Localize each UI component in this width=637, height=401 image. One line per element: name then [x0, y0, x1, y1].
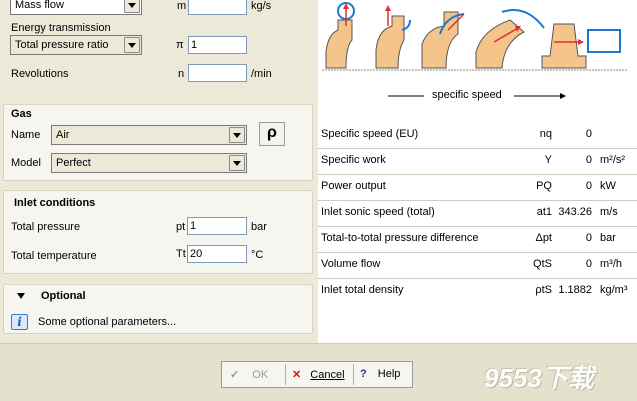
info-icon: i [11, 314, 28, 330]
result-unit: m²/s² [600, 154, 626, 166]
flow-unit: kg/s [251, 0, 272, 12]
rho-label: ρ [267, 124, 277, 141]
help-button[interactable]: ? Help [360, 364, 408, 385]
pressure-ratio-input[interactable]: 1 [188, 36, 247, 54]
energy-mode-value: Total pressure ratio [15, 39, 109, 51]
result-name: Total-to-total pressure difference [321, 232, 479, 244]
total-pressure-input[interactable]: 1 [187, 217, 247, 235]
button-bar: ✓ OK ✕ Cancel ? Help [221, 361, 413, 388]
optional-title: Optional [41, 290, 86, 302]
mixed-flow-impeller [475, 9, 545, 69]
pressure-unit: bar [251, 221, 267, 233]
revolutions-symbol: n [178, 68, 185, 80]
temperature-symbol: Tt [176, 248, 186, 260]
close-icon: ✕ [292, 369, 302, 381]
result-value: 0 [585, 258, 592, 270]
energy-mode-select[interactable]: Total pressure ratio [10, 35, 142, 55]
result-name: Specific speed (EU) [321, 128, 419, 140]
temperature-unit: °C [251, 249, 264, 261]
temperature-label: Total temperature [11, 250, 97, 262]
result-value: 0 [585, 128, 592, 140]
result-value: 0 [585, 232, 592, 244]
result-unit: bar [600, 232, 616, 244]
result-name: Inlet total density [321, 284, 404, 296]
radial-impeller [375, 5, 411, 69]
total-temperature-input[interactable]: 20 [187, 245, 247, 263]
axis-arrow-icon [560, 93, 566, 99]
watermark: 9553下载 [484, 363, 594, 393]
gas-model-select[interactable]: Perfect [51, 153, 247, 173]
flow-mode-value: Mass flow [15, 0, 64, 11]
axial-impeller [541, 23, 621, 69]
flow-mode-select[interactable]: Mass flow [10, 0, 142, 15]
result-unit: kg/m³ [600, 284, 628, 296]
cancel-label: Cancel [310, 369, 345, 381]
result-unit: m³/h [600, 258, 622, 270]
cancel-button[interactable]: ✕ Cancel [292, 364, 352, 385]
result-value: 1.1882 [558, 284, 592, 296]
revolutions-input[interactable] [188, 64, 247, 82]
table-row: Inlet sonic speed (total) at1 343.26 m/s [318, 200, 637, 226]
help-label: Help [377, 368, 401, 380]
radial-impeller-narrow [325, 2, 355, 69]
gas-name-value: Air [56, 129, 70, 141]
help-icon: ? [360, 368, 367, 380]
result-value: 0 [585, 180, 592, 192]
dialog-button-area: ✓ OK ✕ Cancel ? Help 9553下载 [0, 343, 637, 401]
table-row: Specific work Y 0 m²/s² [318, 148, 637, 174]
result-value: 343.26 [558, 206, 592, 218]
table-row: Total-to-total pressure difference Δpt 0… [318, 226, 637, 252]
gas-name-select[interactable]: Air [51, 125, 247, 145]
gas-title: Gas [11, 108, 32, 120]
pressure-symbol: pt [176, 221, 186, 233]
energy-symbol: π [176, 39, 184, 51]
gas-name-label: Name [11, 129, 41, 141]
result-name: Power output [321, 180, 386, 192]
table-row: Specific speed (EU) nq 0 [318, 122, 637, 148]
table-row: Inlet total density ρtS 1.1882 kg/m³ [318, 278, 637, 304]
chevron-down-icon[interactable] [229, 127, 245, 143]
optional-header[interactable]: Optional [14, 290, 134, 304]
pressure-label: Total pressure [11, 221, 81, 233]
chevron-down-icon[interactable] [229, 155, 245, 171]
result-unit: kW [600, 180, 616, 192]
ok-button[interactable]: ✓ OK [230, 364, 280, 385]
result-name: Volume flow [321, 258, 381, 270]
mixed-flow-impeller-narrow [421, 11, 465, 69]
input-panel: Mass flow m kg/s Energy transmission Tot… [0, 0, 318, 343]
gas-model-value: Perfect [56, 157, 91, 169]
result-name: Inlet sonic speed (total) [321, 206, 435, 218]
results-table: Specific speed (EU) nq 0 Specific work Y… [318, 122, 637, 312]
density-button[interactable]: ρ [259, 122, 285, 146]
ok-label: OK [252, 369, 269, 381]
revolutions-label: Revolutions [11, 68, 69, 80]
chevron-down-icon[interactable] [124, 0, 140, 13]
revolutions-unit: /min [251, 68, 272, 80]
mass-flow-input[interactable] [188, 0, 247, 15]
result-value: 0 [585, 154, 592, 166]
diagram-axis-label: specific speed [432, 89, 502, 101]
check-icon: ✓ [230, 369, 240, 381]
inlet-title: Inlet conditions [14, 197, 96, 209]
results-panel: specific speed Specific speed (EU) nq 0 … [318, 0, 637, 343]
optional-info-text: Some optional parameters... [38, 316, 177, 328]
table-row: Power output PQ 0 kW [318, 174, 637, 200]
flow-symbol: m [177, 0, 187, 12]
result-name: Specific work [321, 154, 386, 166]
gas-model-label: Model [11, 157, 41, 169]
chevron-down-icon[interactable] [124, 37, 140, 53]
energy-label: Energy transmission [11, 22, 111, 34]
collapse-triangle-icon [17, 293, 25, 299]
table-row: Volume flow QtS 0 m³/h [318, 252, 637, 278]
result-unit: m/s [600, 206, 618, 218]
